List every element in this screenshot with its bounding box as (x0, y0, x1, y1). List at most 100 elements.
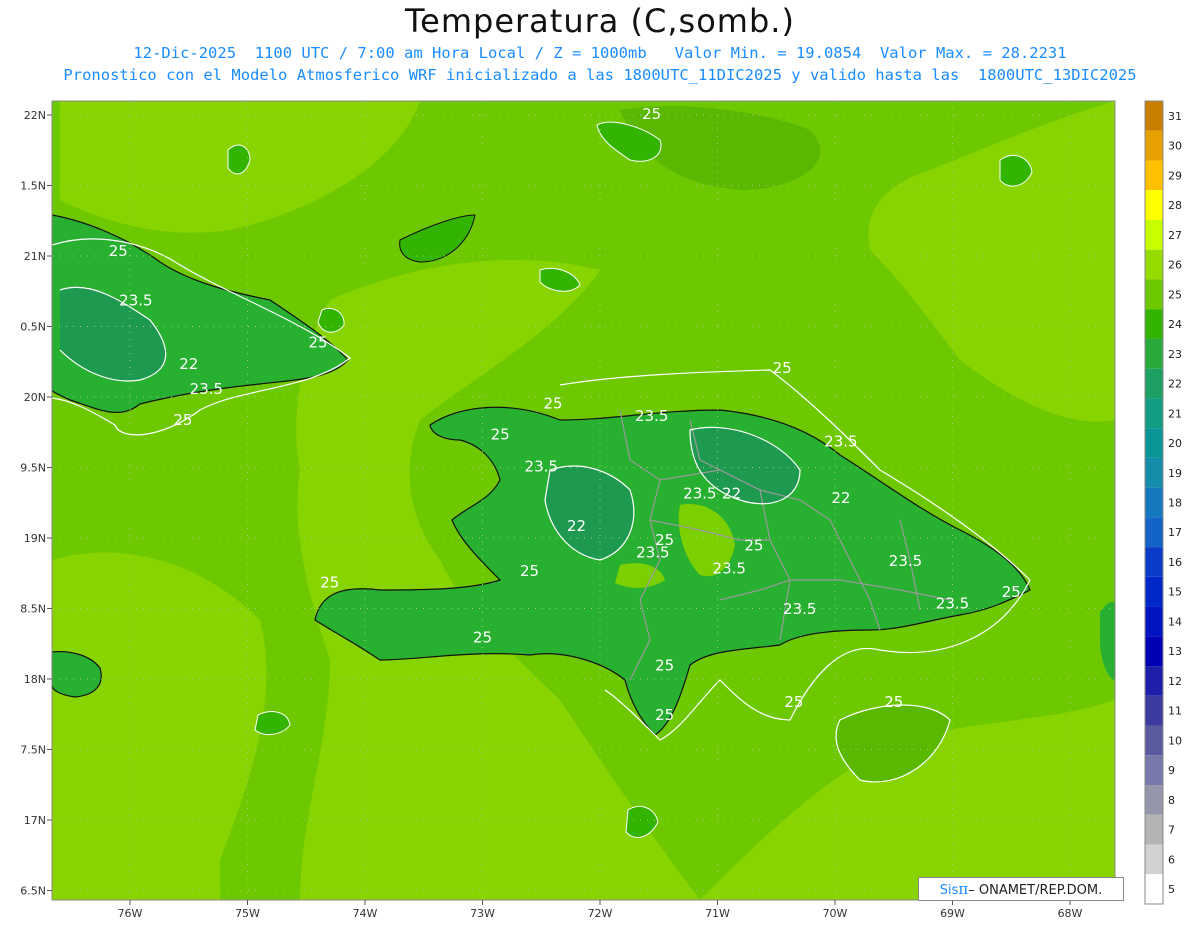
colorbar-swatch (1145, 219, 1163, 250)
colorbar-swatch (1145, 101, 1163, 131)
colorbar-swatch (1145, 457, 1163, 488)
colorbar-label: 26 (1168, 259, 1182, 272)
contour-label: 25 (491, 425, 510, 443)
colorbar-label: 22 (1168, 378, 1182, 391)
lon-tick-label: 71W (705, 907, 730, 920)
contour-label: 25 (320, 573, 339, 591)
colorbar-label: 21 (1168, 407, 1182, 420)
contour-label: 25 (784, 693, 803, 711)
colorbar-swatch (1145, 428, 1163, 458)
lon-tick-label: 72W (588, 907, 613, 920)
credit-box: Sisπ– ONAMET/REP.DOM. (918, 877, 1124, 901)
colorbar-label: 13 (1168, 645, 1182, 658)
contour-label: 25 (520, 562, 539, 580)
lat-tick-label: 9.5N (20, 462, 46, 475)
lat-tick-label: 20N (24, 391, 46, 404)
contour-label: 23.5 (635, 407, 668, 425)
colorbar-swatch (1145, 160, 1163, 191)
colorbar-label: 10 (1168, 734, 1182, 747)
colorbar-swatch (1145, 814, 1163, 845)
temperature-colorbar: 31 30 29 28 27 26 25 24 23 22 21 20 19 18 17 16 15 14 13 12… (1144, 100, 1182, 905)
contour-label: 25 (308, 334, 327, 352)
lon-tick-label: 73W (470, 907, 495, 920)
colorbar-swatch (1145, 755, 1163, 786)
colorbar-label: 7 (1168, 824, 1175, 837)
colorbar-swatch (1145, 368, 1163, 399)
contour-label: 25 (773, 359, 792, 377)
colorbar-swatch (1145, 666, 1163, 696)
lat-tick-label: 7.5N (20, 744, 46, 757)
lat-tick-label: 22N (24, 109, 46, 122)
colorbar-label: 11 (1168, 705, 1182, 718)
lat-tick-label: 8.5N (20, 603, 46, 616)
lat-tick-label: 17N (24, 814, 46, 827)
colorbar-label: 17 (1168, 526, 1182, 539)
colorbar-label: 24 (1168, 318, 1182, 331)
lon-tick-label: 68W (1058, 907, 1083, 920)
colorbar-label: 31 (1168, 110, 1182, 123)
contour-label: 25 (655, 657, 674, 675)
contour-label: 25 (109, 242, 128, 260)
contour-label: 22 (722, 485, 741, 503)
contour-label: 23.5 (190, 380, 223, 398)
lat-tick-label: 0.5N (20, 321, 46, 334)
contour-label: 23.5 (889, 552, 922, 570)
contour-label: 23.5 (713, 559, 746, 577)
colorbar-swatch (1145, 309, 1163, 339)
colorbar-swatch (1145, 844, 1163, 875)
colorbar-label: 14 (1168, 615, 1182, 628)
lat-tick-label: 19N (24, 532, 46, 545)
contour-label: 22 (831, 489, 850, 507)
colorbar-swatch (1145, 695, 1163, 726)
lon-tick-label: 76W (118, 907, 143, 920)
sispi-logo-text: Sis (939, 883, 959, 898)
contour-label: 25 (543, 394, 562, 412)
colorbar-swatch (1145, 874, 1163, 904)
colorbar-label: 19 (1168, 467, 1182, 480)
colorbar-label: 28 (1168, 199, 1182, 212)
contour-label: 25 (1002, 583, 1021, 601)
colorbar-swatch (1145, 338, 1163, 369)
colorbar-swatch (1145, 190, 1163, 220)
colorbar-label: 27 (1168, 229, 1182, 242)
colorbar-label: 30 (1168, 140, 1182, 153)
lat-tick-label: 21N (24, 250, 46, 263)
colorbar-swatch (1145, 487, 1163, 518)
contour-label: 25 (473, 628, 492, 646)
colorbar-swatch (1145, 636, 1163, 667)
colorbar-swatch (1145, 725, 1163, 756)
contour-label: 23.5 (683, 485, 716, 503)
colorbar-label: 25 (1168, 288, 1182, 301)
contour-label: 25 (655, 706, 674, 724)
colorbar-label: 9 (1168, 764, 1175, 777)
colorbar-label: 12 (1168, 675, 1182, 688)
colorbar-swatch (1145, 785, 1163, 815)
colorbar-label: 29 (1168, 169, 1182, 182)
contour-label: 23.5 (824, 432, 857, 450)
colorbar-swatch (1145, 576, 1163, 607)
credit-text: – ONAMET/REP.DOM. (968, 883, 1103, 898)
colorbar-label: 5 (1168, 883, 1175, 896)
contour-label: 23.5 (636, 544, 669, 562)
colorbar-swatch (1145, 279, 1163, 310)
contour-label: 23.5 (783, 600, 816, 618)
contour-label: 22 (179, 355, 198, 373)
colorbar-label: 16 (1168, 556, 1182, 569)
colorbar-swatch (1145, 130, 1163, 161)
lon-tick-label: 69W (940, 907, 965, 920)
colorbar-swatch (1145, 547, 1163, 577)
lat-tick-label: 1.5N (20, 180, 46, 193)
colorbar-label: 6 (1168, 853, 1175, 866)
colorbar-label: 15 (1168, 586, 1182, 599)
colorbar-swatch (1145, 606, 1163, 637)
lon-tick-label: 74W (353, 907, 378, 920)
lat-tick-label: 18N (24, 673, 46, 686)
contour-label: 25 (884, 693, 903, 711)
contour-label: 22 (567, 517, 586, 535)
lat-tick-label: 6.5N (20, 885, 46, 898)
colorbar-swatch (1145, 398, 1163, 429)
temperature-map: 25 25 23.5 25 22 23.5 25 25 25 23.5 25 23.5 23.5 23.5… (20, 100, 1182, 920)
contour-label: 23.5 (525, 458, 558, 476)
colorbar-label: 18 (1168, 497, 1182, 510)
contour-label: 23.5 (936, 595, 969, 613)
